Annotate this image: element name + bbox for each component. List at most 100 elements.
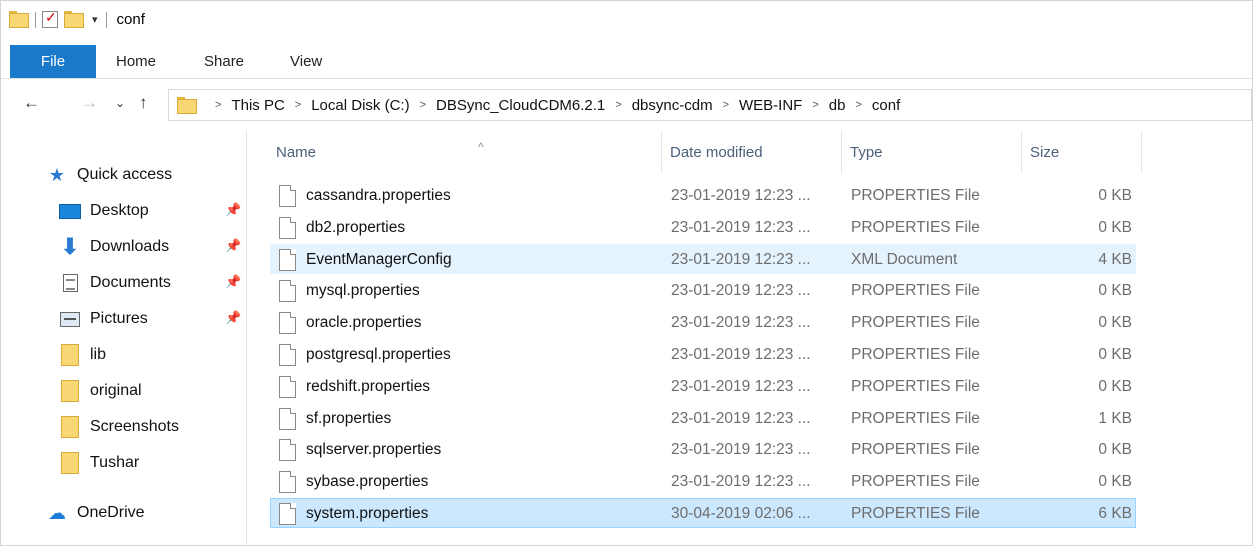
back-arrow-icon[interactable]: ←	[23, 93, 40, 113]
table-row[interactable]: system.properties 30-04-2019 02:06 ... PRO…	[270, 498, 1136, 528]
sidebar-item-downloads[interactable]: ⬇ Downloads	[58, 233, 169, 261]
pin-icon[interactable]: 📌	[225, 238, 241, 254]
file-date: 23-01-2019 12:23 ...	[671, 409, 811, 427]
folder-icon[interactable]	[9, 11, 29, 28]
file-size: 0 KB	[1098, 282, 1132, 300]
file-icon	[279, 248, 296, 271]
file-date: 23-01-2019 12:23 ...	[671, 346, 811, 363]
sidebar-item-quick-access[interactable]: ★ Quick access	[45, 161, 172, 189]
table-row[interactable]: sqlserver.properties 23-01-2019 12:23 ...…	[270, 434, 1136, 464]
breadcrumb-chevron-icon[interactable]: >	[855, 99, 861, 111]
file-type: PROPERTIES File	[851, 377, 980, 395]
table-row[interactable]: sf.properties 23-01-2019 12:23 ... PROPERT…	[270, 403, 1136, 433]
file-size: 0 KB	[1098, 473, 1132, 491]
file-date: 23-01-2019 12:23 ...	[671, 250, 811, 268]
file-name: oracle.properties	[306, 314, 422, 332]
file-name-cell[interactable]: redshift.properties	[279, 372, 430, 402]
breadcrumb-chevron-icon[interactable]: >	[615, 99, 621, 111]
file-name-cell[interactable]: sybase.properties	[279, 467, 428, 497]
file-name-cell[interactable]: EventManagerConfig	[279, 245, 452, 275]
file-name: sqlserver.properties	[306, 441, 442, 459]
downloads-icon: ⬇	[60, 234, 80, 259]
file-name-cell[interactable]: db2.properties	[279, 213, 405, 243]
tab-home[interactable]: Home	[116, 45, 156, 78]
pictures-icon	[60, 311, 80, 327]
table-row[interactable]: cassandra.properties 23-01-2019 12:23 ...…	[270, 180, 1136, 210]
sidebar-item-tushar[interactable]: Tushar	[58, 449, 139, 477]
recent-locations-chevron-icon[interactable]: ⌄	[115, 96, 125, 110]
column-header-size[interactable]: Size	[1022, 131, 1142, 173]
sidebar-item-label: original	[90, 382, 142, 399]
file-date: 23-01-2019 12:23 ...	[671, 377, 811, 395]
file-date: 23-01-2019 12:23 ...	[671, 314, 811, 332]
new-folder-icon[interactable]	[64, 11, 84, 28]
sidebar-item-pictures[interactable]: Pictures	[58, 305, 148, 333]
table-row[interactable]: db2.properties 23-01-2019 12:23 ... PROPER…	[270, 212, 1136, 242]
file-icon	[279, 312, 296, 335]
file-date: 23-01-2019 12:23 ...	[671, 441, 811, 459]
documents-icon	[62, 274, 78, 292]
table-row[interactable]: redshift.properties 23-01-2019 12:23 ... P…	[270, 371, 1136, 401]
properties-icon[interactable]	[42, 9, 58, 28]
tab-share[interactable]: Share	[204, 45, 244, 78]
cloud-icon: ☁	[48, 502, 66, 523]
navigation-bar: ← → ⌄ ↑ > This PC > Local Disk (C:) > DB…	[1, 87, 1252, 123]
column-header-label: Name	[276, 144, 317, 161]
breadcrumb-conf[interactable]: conf	[872, 97, 900, 114]
breadcrumb-dbsync[interactable]: DBSync_CloudCDM6.2.1	[436, 97, 605, 114]
table-row[interactable]: oracle.properties 23-01-2019 12:23 ... PRO…	[270, 307, 1136, 337]
up-arrow-icon[interactable]: ↑	[139, 93, 148, 113]
breadcrumb-this-pc[interactable]: This PC	[231, 97, 284, 114]
breadcrumb-db[interactable]: db	[829, 97, 846, 114]
file-date: 23-01-2019 12:23 ...	[671, 187, 811, 204]
pin-icon[interactable]: 📌	[225, 274, 241, 290]
file-icon	[279, 439, 296, 462]
star-icon: ★	[48, 164, 66, 185]
folder-icon	[61, 344, 79, 366]
sidebar-item-screenshots[interactable]: Screenshots	[58, 413, 179, 441]
file-type: PROPERTIES File	[851, 282, 980, 300]
tab-file[interactable]: File	[10, 45, 96, 78]
breadcrumb-chevron-icon[interactable]: >	[215, 99, 221, 111]
breadcrumb-chevron-icon[interactable]: >	[812, 99, 818, 111]
column-header-label: Date modified	[670, 144, 763, 161]
file-name-cell[interactable]: mysql.properties	[279, 276, 420, 306]
table-row[interactable]: postgresql.properties 23-01-2019 12:23 ..…	[270, 339, 1136, 369]
sidebar-item-label: Screenshots	[90, 418, 179, 435]
file-name-cell[interactable]: system.properties	[279, 499, 428, 529]
explorer-window: ▾ conf File Home Share View ← → ⌄ ↑ > Th…	[0, 0, 1253, 547]
sidebar-item-label: lib	[90, 346, 107, 363]
sidebar-item-label: Tushar	[90, 454, 140, 471]
file-name-cell[interactable]: cassandra.properties	[279, 181, 451, 211]
address-bar[interactable]: > This PC > Local Disk (C:) > DBSync_Clo…	[168, 89, 1252, 121]
pin-icon[interactable]: 📌	[225, 310, 241, 326]
tab-view[interactable]: View	[290, 45, 322, 78]
table-row[interactable]: EventManagerConfig 23-01-2019 12:23 ... XM…	[270, 243, 1136, 275]
breadcrumb-dbsync-cdm[interactable]: dbsync-cdm	[632, 97, 713, 114]
sidebar-item-desktop[interactable]: Desktop	[58, 197, 149, 225]
forward-arrow-icon[interactable]: →	[81, 93, 98, 113]
breadcrumb-local-disk[interactable]: Local Disk (C:)	[311, 97, 409, 114]
file-name-cell[interactable]: postgresql.properties	[279, 340, 451, 370]
sidebar-item-onedrive[interactable]: ☁ OneDrive	[45, 499, 145, 527]
pin-icon[interactable]: 📌	[225, 202, 241, 218]
customize-toolbar-icon[interactable]: ▾	[90, 13, 100, 26]
table-row[interactable]: mysql.properties 23-01-2019 12:23 ... PROP…	[270, 275, 1136, 305]
file-icon	[279, 344, 296, 366]
table-row[interactable]: sybase.properties 23-01-2019 12:23 ... PRO…	[270, 466, 1136, 496]
column-header-date[interactable]: Date modified	[662, 131, 842, 173]
sidebar-item-documents[interactable]: Documents	[58, 269, 171, 297]
file-name-cell[interactable]: oracle.properties	[279, 308, 421, 338]
file-name-cell[interactable]: sqlserver.properties	[279, 435, 441, 465]
sidebar-item-original[interactable]: original	[58, 377, 142, 405]
column-header-type[interactable]: Type	[842, 131, 1022, 173]
file-name-cell[interactable]: sf.properties	[279, 404, 391, 434]
sidebar-item-lib[interactable]: lib	[58, 341, 106, 369]
breadcrumb-chevron-icon[interactable]: >	[723, 99, 729, 111]
column-header-name[interactable]: ^ Name	[268, 131, 662, 173]
breadcrumb-chevron-icon[interactable]: >	[420, 99, 426, 111]
file-name: EventManagerConfig	[306, 250, 452, 268]
column-headers: ^ Name Date modified Type Size	[247, 131, 1253, 173]
breadcrumb-web-inf[interactable]: WEB-INF	[739, 97, 802, 114]
breadcrumb-chevron-icon[interactable]: >	[295, 99, 301, 111]
